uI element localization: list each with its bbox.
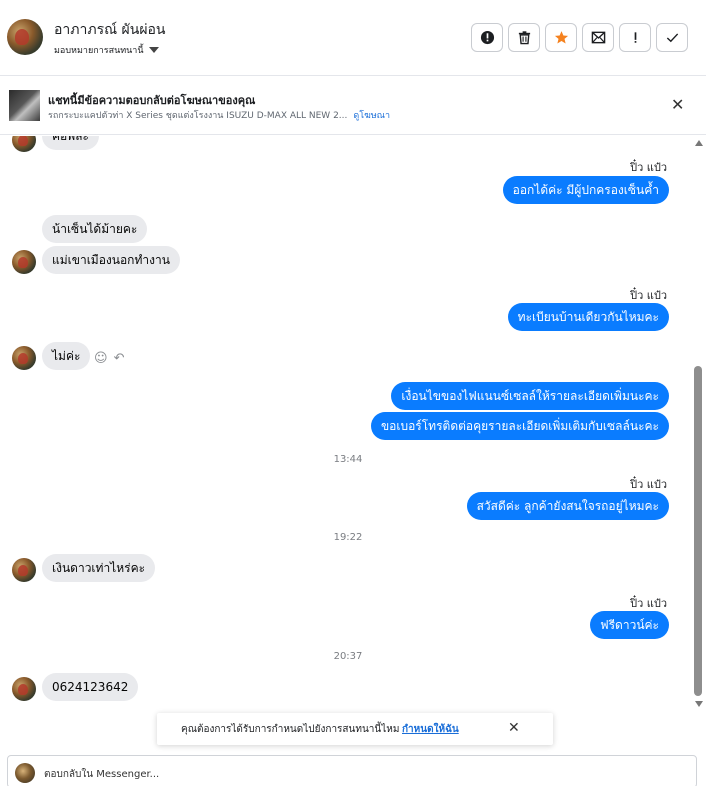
sender-name: ปิ๋ว แป๋ว [630,289,667,302]
star-button[interactable] [545,23,577,52]
incoming-message[interactable]: แม่เขาเมืองนอกทำงาน [42,246,180,274]
header-toolbar [471,23,688,52]
important-button[interactable] [619,23,651,52]
assign-dropdown[interactable]: มอบหมายการสนทนานี้ [54,43,159,57]
close-banner-icon[interactable]: ✕ [671,97,684,113]
reply-input[interactable]: ตอบกลับใน Messenger... [44,767,159,782]
scroll-down-arrow-icon[interactable] [695,701,703,707]
assign-reminder-toast: คุณต้องการได้รับการกำหนดไปยังการสนทนานี้… [157,713,553,745]
ad-banner-title: แชทนี้มีข้อความตอบกลับต่อโฆษณาของคุณ [48,94,256,107]
view-ad-link[interactable]: ดูโฆษณา [353,111,390,121]
assign-reminder-text: คุณต้องการได้รับการกำหนดไปยังการสนทนานี้… [181,724,400,735]
sender-name: ปิ๋ว แป๋ว [630,161,667,174]
contact-avatar[interactable] [7,19,43,55]
check-icon [666,33,678,43]
scrollbar-thumb[interactable] [694,366,702,696]
assign-label: มอบหมายการสนทนานี้ [54,46,144,56]
incoming-message[interactable]: น้าเซ็นได้ม้ายคะ [42,215,148,243]
timestamp: 19:22 [333,532,363,543]
ad-banner-description: รถกระบะแคปตัวท่า X Series ชุดแต่งโรงงาน … [48,108,390,122]
close-toast-icon[interactable]: ✕ [508,720,520,736]
ad-thumbnail[interactable] [9,90,40,121]
reply-arrow-icon[interactable]: ↶ [114,351,125,366]
smiley-icon[interactable]: ☺ [94,351,108,366]
outgoing-message[interactable]: ฟรีดาวน์ค่ะ [590,611,669,639]
contact-name[interactable]: อาภาภรณ์ ผันผ่อน [54,19,166,41]
outgoing-message[interactable]: ขอเบอร์โทรติดต่อคุยรายละเอียดเพิ่มเติมกั… [370,412,669,440]
spam-button[interactable] [471,23,503,52]
message-actions: ☺ ↶ [94,351,124,366]
mark-unread-button[interactable] [582,23,614,52]
trash-icon [518,31,530,45]
page-avatar [15,763,35,783]
assign-to-me-link[interactable]: กำหนดให้ฉัน [402,722,459,737]
ad-reply-banner: แชทนี้มีข้อความตอบกลับต่อโฆษณาของคุณ รถก… [0,76,706,135]
exclamation-icon [634,32,636,43]
incoming-message[interactable]: เงินดาวเท่าไหร่คะ [42,554,156,582]
scroll-up-arrow-icon[interactable] [695,140,703,146]
reply-composer[interactable]: ตอบกลับใน Messenger... [7,755,697,786]
contact-avatar-small [12,346,36,370]
outgoing-message[interactable]: ออกได้ค่ะ มีผู้ปกครองเซ็นค้ำ [502,176,669,204]
conversation-header: อาภาภรณ์ ผันผ่อน มอบหมายการสนทนานี้ [0,0,706,76]
outgoing-message[interactable]: เงื่อนไขของไฟแนนซ์เซลล์ให้รายละเอียดเพิ่… [391,382,669,410]
delete-button[interactable] [508,23,540,52]
incoming-message[interactable]: 0624123642 [42,673,139,701]
incoming-message[interactable]: ไม่ค่ะ [42,342,91,370]
contact-avatar-small [12,558,36,582]
message-thread[interactable]: คือพี่ล่ะ ปิ๋ว แป๋ว ออกได้ค่ะ มีผู้ปกครอ… [0,136,706,714]
star-icon [554,31,568,44]
ad-description-text: รถกระบะแคปตัวท่า X Series ชุดแต่งโรงงาน … [48,111,348,121]
contact-avatar-small [12,250,36,274]
alert-circle-icon [480,30,494,45]
timestamp: 13:44 [333,454,363,465]
contact-avatar-small [12,677,36,701]
chevron-down-icon [148,47,159,53]
mark-done-button[interactable] [656,23,688,52]
outgoing-message[interactable]: สวัสดีค่ะ ลูกค้ายังสนใจรถอยู่ไหมคะ [466,492,669,520]
sender-name: ปิ๋ว แป๋ว [630,597,667,610]
sender-name: ปิ๋ว แป๋ว [630,478,667,491]
envelope-icon [591,31,605,44]
timestamp: 20:37 [333,651,363,662]
contact-avatar-small [12,136,36,152]
incoming-message[interactable]: คือพี่ล่ะ [42,136,99,150]
outgoing-message[interactable]: ทะเบียนบ้านเดียวกันไหมคะ [507,303,669,331]
